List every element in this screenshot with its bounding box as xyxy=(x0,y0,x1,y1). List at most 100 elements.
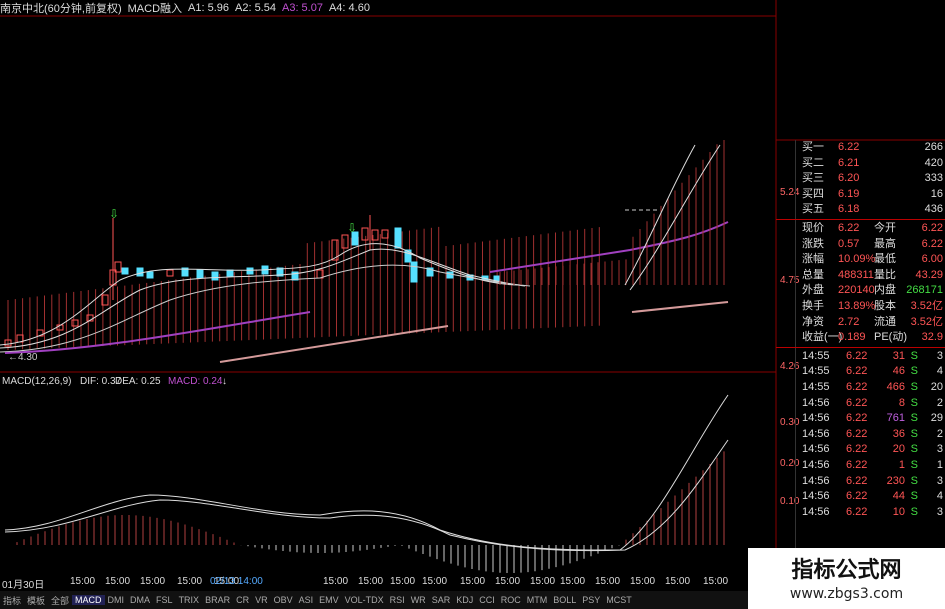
stat-label: 涨跌 xyxy=(802,237,824,250)
tick-row: 14:56 6.22 10 S 3 xyxy=(776,505,945,521)
tick-time: 14:56 xyxy=(802,459,830,471)
indicator-tab[interactable]: FSL xyxy=(153,595,176,605)
tick-volume: 44 xyxy=(892,490,905,503)
tick-side: S xyxy=(910,490,918,503)
tick-side: S xyxy=(910,365,918,378)
purple-ma-line xyxy=(489,221,729,273)
indicator-tab[interactable]: SAR xyxy=(429,595,454,605)
tick-volume: 8 xyxy=(898,396,905,409)
indicator-tab[interactable]: BOLL xyxy=(550,595,579,605)
order-book-volume: 436 xyxy=(924,203,943,216)
order-book-label: 买三 xyxy=(802,172,824,185)
tick-count: 3 xyxy=(936,474,943,487)
tick-price: 6.22 xyxy=(846,365,868,378)
indicator-tab[interactable]: MACD xyxy=(72,595,105,605)
tick-time: 14:55 xyxy=(802,381,830,393)
watermark-title: 指标公式网 xyxy=(791,558,902,583)
low-price-marker: ←4.30 xyxy=(8,352,38,363)
time-axis-label: 15:00 xyxy=(177,576,203,587)
stat-value-2: 43.29 xyxy=(915,268,943,281)
tick-row: 14:56 6.22 8 S 2 xyxy=(776,396,945,412)
order-book-volume: 16 xyxy=(930,187,943,200)
tick-volume: 466 xyxy=(886,381,905,393)
indicator-tab[interactable]: MTM xyxy=(524,595,551,605)
stat-value-2: 32.9 xyxy=(921,331,943,344)
candle xyxy=(341,234,349,249)
tick-row: 14:55 6.22 46 S 4 xyxy=(776,364,945,380)
stat-row: 净资 2.72 流通 3.52亿 xyxy=(776,315,945,331)
indicator-tab[interactable]: CR xyxy=(233,595,252,605)
indicator-a4: A4: 4.60 xyxy=(328,2,370,14)
dif-line xyxy=(4,394,729,551)
indicator-tab[interactable]: KDJ xyxy=(453,595,476,605)
indicator-tab[interactable]: ASI xyxy=(296,595,317,605)
time-axis-label: 15:00 xyxy=(70,576,96,587)
time-axis-label: 15:00 xyxy=(358,576,384,587)
buy-signal-icon: ⇩ xyxy=(109,207,119,221)
time-axis-label: 15:00 xyxy=(595,576,621,587)
stat-value-2: 3.52亿 xyxy=(910,300,943,312)
candle xyxy=(211,271,219,281)
tick-volume: 761 xyxy=(886,412,905,425)
stat-label-2: 内盘 xyxy=(874,284,896,297)
time-axis-label: 15:00 xyxy=(665,576,691,587)
tick-volume: 230 xyxy=(886,474,905,487)
indicator-tab[interactable]: 模板 xyxy=(24,594,48,607)
indicator-a2: A2: 5.54 xyxy=(235,2,276,14)
time-axis-label: 15:00 xyxy=(703,576,729,587)
divider xyxy=(776,346,945,348)
indicator-tab[interactable]: DMI xyxy=(105,595,128,605)
indicator-tab[interactable]: VOL-TDX xyxy=(342,595,387,605)
macd-dea: DEA: 0.25 xyxy=(115,376,161,387)
stat-value-2: 268171 xyxy=(906,284,943,297)
indicator-tab[interactable]: BRAR xyxy=(202,595,233,605)
stat-value-2: 6.00 xyxy=(921,253,943,266)
indicator-tab[interactable]: RSI xyxy=(387,595,408,605)
time-axis-label: 15:00 xyxy=(105,576,131,587)
time-axis-label: 15:00 xyxy=(630,576,656,587)
divider xyxy=(776,219,945,220)
order-book-price: 6.21 xyxy=(838,156,860,169)
indicator-tab[interactable]: DMA xyxy=(127,595,153,605)
tick-price: 6.22 xyxy=(846,443,868,456)
order-book-row: 买四 6.19 16 xyxy=(776,187,945,203)
stat-value: 6.22 xyxy=(838,222,860,234)
tick-side: S xyxy=(910,427,918,440)
tick-count: 1 xyxy=(936,459,943,471)
watermark: 指标公式网 www.zbgs3.com xyxy=(748,548,945,609)
indicator-tab[interactable]: 指标 xyxy=(0,594,24,607)
indicator-tab[interactable]: EMV xyxy=(316,595,342,605)
indicator-tab[interactable]: OBV xyxy=(271,595,296,605)
candle xyxy=(196,269,204,279)
tick-time: 14:56 xyxy=(802,396,830,409)
tick-price: 6.22 xyxy=(846,505,868,518)
tick-count: 2 xyxy=(936,427,943,440)
time-axis-label: 15:00 xyxy=(530,576,556,587)
order-book-volume: 333 xyxy=(924,172,943,185)
tick-price: 6.22 xyxy=(846,381,868,393)
tick-time: 14:56 xyxy=(802,412,830,425)
time-axis-label: 15:00 xyxy=(323,576,349,587)
candle xyxy=(410,261,418,283)
order-book-row: 买二 6.21 420 xyxy=(776,156,945,172)
order-book-volume: 266 xyxy=(924,141,943,153)
indicator-tab[interactable]: VR xyxy=(252,595,271,605)
indicator-tab[interactable]: ROC xyxy=(498,595,524,605)
indicator-tab[interactable]: PSY xyxy=(579,595,603,605)
tick-volume: 36 xyxy=(892,427,905,440)
time-axis-label: 15:00 xyxy=(422,576,448,587)
indicator-tab[interactable]: CCI xyxy=(476,595,498,605)
tick-price: 6.22 xyxy=(846,490,868,503)
tick-side: S xyxy=(910,443,918,456)
indicator-tab[interactable]: 全部 xyxy=(48,594,72,607)
time-axis-label: 15:00 xyxy=(140,576,166,587)
tick-row: 14:56 6.22 230 S 3 xyxy=(776,474,945,490)
indicator-tab[interactable]: TRIX xyxy=(176,595,203,605)
indicator-tab[interactable]: WR xyxy=(408,595,429,605)
order-book-label: 买五 xyxy=(802,203,824,216)
stat-label-2: 流通 xyxy=(874,315,896,328)
tick-volume: 31 xyxy=(892,349,905,362)
quote-panel: 买一 6.22 266 买二 6.21 420 买三 6.20 333 买四 6… xyxy=(776,140,945,560)
stat-label-2: PE(动) xyxy=(874,331,907,344)
indicator-tab[interactable]: MCST xyxy=(603,595,635,605)
